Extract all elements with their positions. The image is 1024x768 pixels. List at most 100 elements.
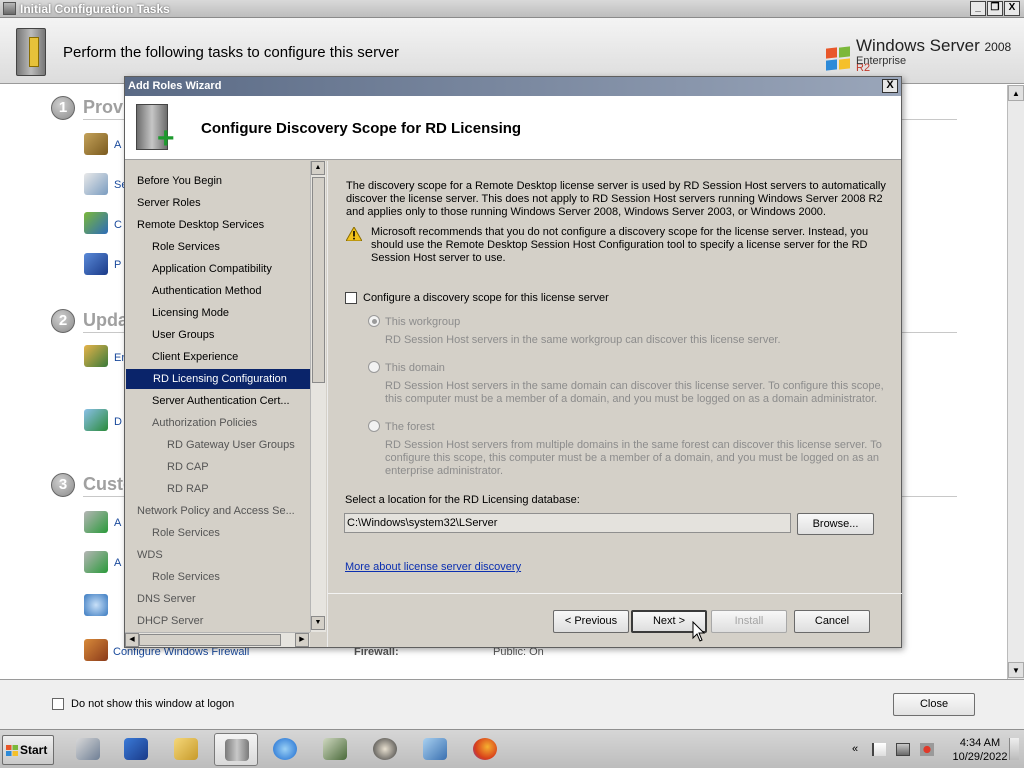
nav-authorization-policies: Authorization Policies [152, 417, 258, 429]
browse-button[interactable]: Browse... [797, 513, 874, 535]
window-close-button[interactable]: X [1004, 1, 1020, 16]
windows-edition: Enterprise [856, 55, 907, 67]
scroll-left-icon[interactable]: ◀ [125, 633, 139, 647]
nav-server-roles[interactable]: Server Roles [137, 193, 201, 213]
nav-server-authentication-cert[interactable]: Server Authentication Cert... [152, 391, 290, 411]
initial-config-icon[interactable] [214, 733, 258, 766]
wizard-content: The discovery scope for a Remote Desktop… [327, 161, 902, 647]
nav-authentication-method[interactable]: Authentication Method [152, 281, 261, 301]
add-roles-wizard-dialog: Add Roles Wizard X + Configure Discovery… [124, 76, 902, 648]
workgroup-description: RD Session Host servers in the same work… [385, 334, 781, 346]
taskbar: Start « 4:34 AM 10/29/2022 [0, 729, 1024, 768]
start-label: Start [20, 743, 48, 757]
time-zone-icon [84, 173, 108, 195]
download-icon [84, 409, 108, 431]
domain-radio[interactable] [368, 361, 380, 373]
ict-scrollbar[interactable]: ▲ ▼ [1007, 85, 1024, 679]
dialog-title: Add Roles Wizard [128, 80, 222, 92]
task-link-download[interactable]: D [114, 416, 122, 428]
clock-time[interactable]: 4:34 AM [954, 737, 1006, 749]
nav-hscroll-thumb[interactable] [139, 634, 281, 646]
server-tools-icon [16, 28, 46, 76]
nav-scroll-thumb[interactable] [312, 177, 325, 383]
forest-label: The forest [385, 421, 435, 433]
minimize-button[interactable]: _ [970, 1, 986, 16]
database-location-label: Select a location for the RD Licensing d… [345, 494, 580, 506]
explorer-icon[interactable] [164, 733, 208, 766]
dialog-close-button[interactable]: X [882, 79, 898, 93]
wizard-nav: Before You Begin Server Roles Remote Des… [125, 161, 326, 647]
scroll-down-icon[interactable]: ▼ [1008, 662, 1024, 678]
maximize-button[interactable]: ❐ [987, 1, 1003, 16]
nav-vertical-scrollbar[interactable]: ▲ ▼ [310, 161, 326, 632]
nav-dns-server: DNS Server [137, 593, 196, 605]
powershell-icon[interactable] [114, 733, 158, 766]
workgroup-label: This workgroup [385, 316, 461, 328]
updates-icon [84, 345, 108, 367]
internet-explorer-icon[interactable] [263, 733, 307, 766]
show-desktop-button[interactable] [1009, 738, 1019, 760]
ict-footer: Do not show this window at logon Close [0, 679, 1024, 729]
control-panel-icon[interactable] [413, 733, 457, 766]
windows-flag-icon [6, 745, 18, 756]
volume-muted-icon[interactable] [920, 743, 934, 756]
nav-client-experience[interactable]: Client Experience [152, 347, 238, 367]
computer-name-icon [84, 253, 108, 275]
nav-role-services[interactable]: Role Services [152, 237, 220, 257]
close-button[interactable]: Close [893, 693, 975, 716]
nav-rd-cap: RD CAP [167, 461, 209, 473]
ict-header: Perform the following tasks to configure… [0, 18, 1024, 84]
mouse-cursor-icon [692, 621, 706, 642]
database-location-field[interactable]: C:\Windows\system32\LServer [344, 513, 791, 533]
domain-description: RD Session Host servers in the same doma… [385, 380, 884, 405]
tray-chevron-icon[interactable]: « [852, 743, 866, 756]
nav-licensing-mode[interactable]: Licensing Mode [152, 303, 229, 323]
more-about-discovery-link[interactable]: More about license server discovery [345, 561, 521, 573]
task-link-add-roles[interactable]: A [114, 517, 121, 529]
previous-button[interactable]: < Previous [553, 610, 629, 633]
scroll-up-icon[interactable]: ▲ [311, 161, 325, 175]
forest-description: RD Session Host servers from multiple do… [385, 439, 882, 477]
dont-show-checkbox[interactable] [52, 698, 64, 710]
clock-date[interactable]: 10/29/2022 [944, 751, 1016, 763]
scroll-right-icon[interactable]: ▶ [295, 633, 309, 647]
ict-title-bar: Initial Configuration Tasks _ ❐ X [0, 0, 1024, 18]
nav-before-you-begin[interactable]: Before You Begin [137, 171, 222, 191]
nav-rd-licensing-configuration[interactable]: RD Licensing Configuration [126, 369, 310, 389]
nav-horizontal-scrollbar[interactable]: ◀ ▶ [125, 632, 310, 647]
dont-show-label: Do not show this window at logon [71, 698, 235, 710]
server-manager-icon[interactable] [66, 733, 110, 766]
ict-header-text: Perform the following tasks to configure… [63, 44, 399, 61]
nav-wds: WDS [137, 549, 163, 561]
install-button: Install [711, 610, 787, 633]
firefox-icon[interactable] [463, 733, 507, 766]
raccoon-icon[interactable] [363, 733, 407, 766]
task-link-add-features[interactable]: A [114, 557, 121, 569]
windows-logo-icon [826, 46, 852, 72]
scroll-up-icon[interactable]: ▲ [1008, 85, 1024, 101]
task-link-activate[interactable]: A [114, 139, 121, 151]
nav-rd-rap: RD RAP [167, 483, 209, 495]
action-center-flag-icon[interactable] [872, 743, 886, 756]
ict-window-title: Initial Configuration Tasks [20, 2, 170, 16]
add-features-icon [84, 551, 108, 573]
task-link-networking[interactable]: C [114, 219, 122, 231]
nav-remote-desktop-services[interactable]: Remote Desktop Services [137, 215, 264, 235]
configure-scope-checkbox[interactable] [345, 292, 357, 304]
section-2-number: 2 [51, 309, 75, 333]
cancel-button[interactable]: Cancel [794, 610, 870, 633]
nav-user-groups[interactable]: User Groups [152, 325, 214, 345]
network-icon[interactable] [313, 733, 357, 766]
firewall-icon [84, 639, 108, 661]
nav-dhcp-server: DHCP Server [137, 615, 204, 627]
remote-desktop-icon [84, 594, 108, 616]
forest-radio[interactable] [368, 420, 380, 432]
nav-application-compatibility[interactable]: Application Compatibility [152, 259, 272, 279]
task-link-computer-name[interactable]: P [114, 259, 121, 271]
network-tray-icon[interactable] [896, 743, 910, 756]
start-button[interactable]: Start [2, 735, 54, 765]
nav-role-services-npas: Role Services [152, 527, 220, 539]
workgroup-radio[interactable] [368, 315, 380, 327]
scroll-down-icon[interactable]: ▼ [311, 616, 325, 630]
button-divider [328, 593, 902, 594]
